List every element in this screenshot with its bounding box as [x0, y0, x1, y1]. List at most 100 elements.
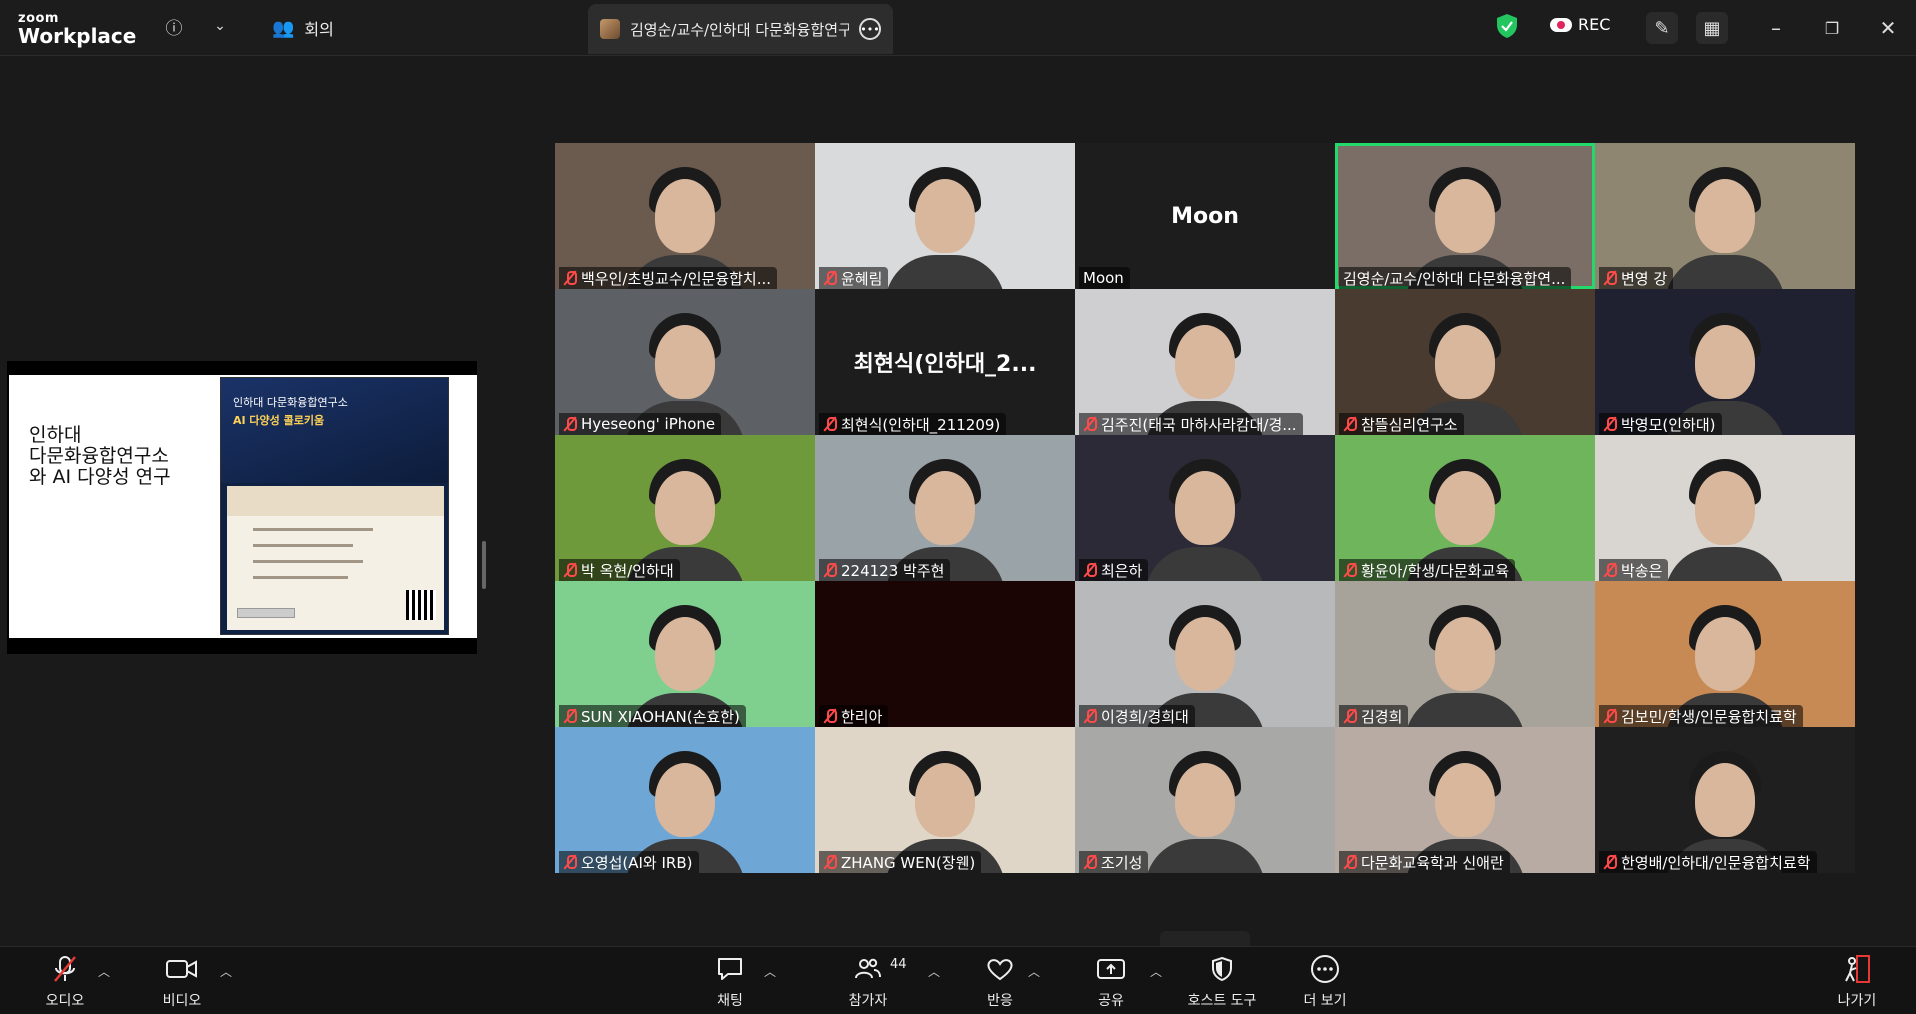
participant-name: 박 옥현/인하대 — [581, 561, 674, 580]
participant-name-label: 윤혜림 — [819, 267, 889, 289]
participant-name-label: 변영 강 — [1599, 267, 1674, 289]
participant-tile[interactable]: 참뜰심리연구소 — [1335, 289, 1595, 435]
share-screen-icon — [1096, 953, 1126, 985]
view-layout-icon[interactable]: ▦ — [1696, 12, 1728, 44]
recording-indicator[interactable]: REC — [1550, 15, 1610, 34]
restore-icon[interactable]: ❐ — [1818, 14, 1846, 42]
panel-splitter-handle[interactable] — [482, 541, 486, 589]
participant-name-label: 이경희/경희대 — [1079, 705, 1195, 727]
reactions-options-caret-icon[interactable]: ︿ — [1028, 963, 1040, 980]
reactions-label: 반응 — [987, 993, 1013, 1009]
leave-button[interactable]: 나가기 — [1812, 953, 1902, 1011]
share-options-caret-icon[interactable]: ︿ — [1150, 963, 1162, 980]
more-options-icon[interactable]: ••• — [859, 18, 881, 40]
mic-muted-icon — [1083, 854, 1097, 870]
participant-video — [1405, 597, 1525, 727]
more-button[interactable]: 더 보기 — [1280, 953, 1370, 1011]
participant-tile[interactable]: 한영배/인하대/인문융합치료학 — [1595, 727, 1855, 873]
mic-muted-icon — [563, 708, 577, 724]
participant-tile[interactable]: 한리아 — [815, 581, 1075, 727]
shield-icon — [1210, 953, 1234, 985]
mic-muted-icon — [1083, 708, 1097, 724]
participant-tile[interactable]: Moon Moon — [1075, 143, 1335, 289]
participant-name-label: Moon — [1079, 267, 1130, 289]
shared-screen[interactable]: 인하대 다문화융합연구소 와 AI 다양성 연구 인하대 다문화융합연구소 AI… — [7, 361, 477, 654]
participant-name: 박영모(인하대) — [1621, 415, 1716, 434]
close-icon[interactable]: ✕ — [1874, 14, 1902, 42]
video-options-caret-icon[interactable]: ︿ — [220, 963, 232, 980]
mic-muted-icon — [563, 270, 577, 286]
participant-tile[interactable]: 박 옥현/인하대 — [555, 435, 815, 581]
participant-name-label: SUN XIAOHAN(손효한) — [559, 705, 746, 727]
people-icon: 👥 — [272, 17, 295, 39]
chevron-down-icon[interactable]: ⌄ — [208, 14, 232, 38]
participant-name: 윤혜림 — [841, 269, 883, 288]
participant-tile[interactable]: ZHANG WEN(장웬) — [815, 727, 1075, 873]
mic-muted-icon — [823, 708, 837, 724]
chat-bubble-icon — [716, 953, 744, 985]
participant-name: 조기성 — [1101, 853, 1143, 872]
participant-name-label: 김영순/교수/인하대 다문화융합연... — [1339, 267, 1572, 289]
meeting-menu[interactable]: 👥 회의 — [272, 16, 334, 40]
participant-name-label: 한리아 — [819, 705, 889, 727]
audio-label: 오디오 — [45, 993, 85, 1009]
participant-tile[interactable]: 오영섭(AI와 IRB) — [555, 727, 815, 873]
participant-name-label: ZHANG WEN(장웬) — [819, 851, 982, 873]
participants-options-caret-icon[interactable]: ︿ — [928, 963, 940, 980]
participant-tile[interactable]: 김영순/교수/인하대 다문화융합연... — [1335, 143, 1595, 289]
chat-button[interactable]: 채팅 — [685, 953, 775, 1011]
participant-tile[interactable]: 김경희 — [1335, 581, 1595, 727]
poster-body — [227, 486, 444, 630]
participant-tile[interactable]: 이경희/경희대 — [1075, 581, 1335, 727]
shared-slide: 인하대 다문화융합연구소 와 AI 다양성 연구 인하대 다문화융합연구소 AI… — [9, 375, 477, 638]
participant-tile[interactable]: SUN XIAOHAN(손효한) — [555, 581, 815, 727]
participants-icon — [854, 953, 882, 985]
host-tools-button[interactable]: 호스트 도구 — [1177, 953, 1267, 1011]
chat-options-caret-icon[interactable]: ︿ — [764, 963, 776, 980]
participant-tile[interactable]: 최현식(인하대_2... 최현식(인하대_211209) — [815, 289, 1075, 435]
meeting-tab[interactable]: 김영순/교수/인하대 다문화융합연구소 ••• — [588, 4, 893, 54]
participant-tile[interactable]: 변영 강 — [1595, 143, 1855, 289]
participant-tile[interactable]: 조기성 — [1075, 727, 1335, 873]
participant-tile[interactable]: 김보민/학생/인문융합치료학 — [1595, 581, 1855, 727]
participant-tile[interactable]: 박송은 — [1595, 435, 1855, 581]
annotate-pen-icon[interactable]: ✎ — [1646, 12, 1678, 44]
poster-text-line — [253, 576, 348, 579]
participant-tile[interactable]: 224123 박주현 — [815, 435, 1075, 581]
video-button[interactable]: 비디오 — [137, 953, 227, 1011]
heart-icon — [986, 953, 1014, 985]
audio-button[interactable]: 오디오 — [20, 953, 110, 1011]
share-button[interactable]: 공유 — [1066, 953, 1156, 1011]
security-shield-icon[interactable] — [1496, 13, 1518, 39]
participant-tile[interactable]: 황윤아/학생/다문화교육 — [1335, 435, 1595, 581]
participants-count-badge: 44 — [890, 957, 907, 972]
audio-options-caret-icon[interactable]: ︿ — [98, 963, 110, 980]
rec-label: REC — [1578, 15, 1611, 34]
video-label: 비디오 — [162, 993, 202, 1009]
participant-name-label: 최은하 — [1079, 559, 1149, 581]
participant-tile[interactable]: 김주진(태국 마하사라캄대/경... — [1075, 289, 1335, 435]
participant-tile[interactable]: 박영모(인하대) — [1595, 289, 1855, 435]
participant-name-label: 김주진(태국 마하사라캄대/경... — [1079, 413, 1303, 435]
minimize-icon[interactable]: – — [1762, 14, 1790, 42]
mic-muted-icon — [1083, 562, 1097, 578]
participant-tile[interactable]: 윤혜림 — [815, 143, 1075, 289]
more-dots-icon — [1310, 953, 1340, 985]
host-tools-label: 호스트 도구 — [1187, 993, 1257, 1009]
participant-name: 백우인/초빙교수/인문융합치... — [581, 269, 772, 288]
info-icon[interactable]: ⓘ — [162, 14, 186, 39]
poster-text-line — [253, 544, 353, 547]
participant-tile[interactable]: 백우인/초빙교수/인문융합치... — [555, 143, 815, 289]
video-camera-icon — [166, 953, 198, 985]
reactions-button[interactable]: 반응 — [955, 953, 1045, 1011]
meeting-toolbar: 오디오 ︿ 비디오 ︿ 채팅 ︿ 참가자 44 ︿ 반응 ︿ 공유 ︿ 호스트 … — [0, 946, 1916, 1014]
participant-name: Hyeseong' iPhone — [581, 415, 716, 433]
participant-name: SUN XIAOHAN(손효한) — [581, 707, 740, 726]
participants-label: 참가자 — [848, 993, 888, 1009]
participant-name: 한리아 — [841, 707, 883, 726]
participant-tile[interactable]: 다문화교육학과 신애란 — [1335, 727, 1595, 873]
participant-name-label: 다문화교육학과 신애란 — [1339, 851, 1510, 873]
participant-tile[interactable]: Hyeseong' iPhone — [555, 289, 815, 435]
participant-video — [1665, 159, 1785, 289]
participant-tile[interactable]: 최은하 — [1075, 435, 1335, 581]
